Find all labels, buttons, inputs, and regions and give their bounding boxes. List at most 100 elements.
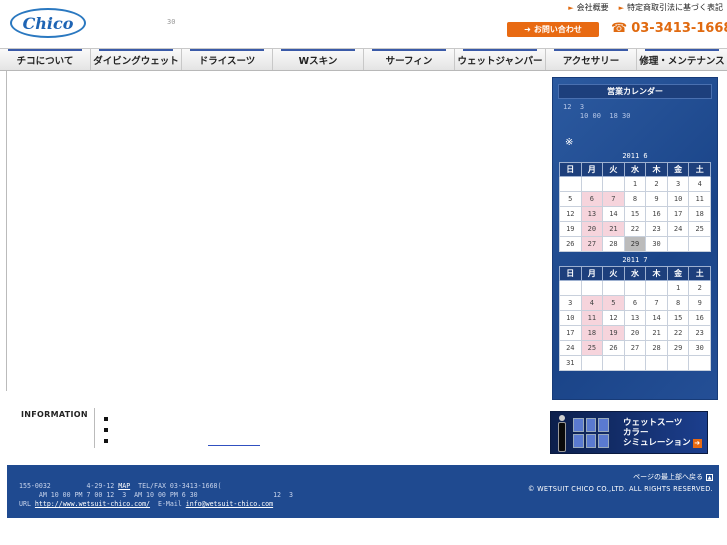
list-item[interactable] xyxy=(104,413,122,424)
arrow-right-icon: ► xyxy=(618,3,624,12)
nav-item-diving-wet[interactable]: ダイビングウェット xyxy=(91,49,182,70)
weekday-header: 火 xyxy=(602,266,625,281)
nav-item-dry-suit[interactable]: ドライスーツ xyxy=(182,49,273,70)
calendar-day: 1 xyxy=(623,176,647,192)
arrow-right-icon: ► xyxy=(568,3,574,12)
calendar-month-title: 2011 7 xyxy=(622,256,648,264)
calendar-day: 27 xyxy=(623,340,647,356)
nav-item-repair[interactable]: 修理・メンテナンス xyxy=(637,49,727,70)
commercial-law-link[interactable]: ► 特定商取引法に基づく表記 xyxy=(619,2,723,13)
calendar-day: 11 xyxy=(688,191,711,207)
footer-address: 155-0032 4-29-12 MAP TEL/FAX 03-3413-166… xyxy=(19,482,293,508)
calendar-day: 28 xyxy=(602,236,625,252)
color-swatch-thumbnails xyxy=(573,418,609,448)
calendar-day: 7 xyxy=(602,191,625,207)
main-nav: チコについて ダイビングウェット ドライスーツ Wスキン サーフィン ウェットジ… xyxy=(0,48,727,71)
calendar-day: 20 xyxy=(580,221,604,237)
calendar-day: 23 xyxy=(645,221,668,237)
banner-text: ウェットスーツ カラー シミュレーション ➜ xyxy=(623,418,702,448)
weekday-header: 土 xyxy=(688,266,711,281)
information-section: INFORMATION xyxy=(8,404,548,454)
calendar-day: 25 xyxy=(688,221,711,237)
arrow-right-icon: ➜ xyxy=(692,439,702,448)
nav-item-surfing[interactable]: サーフィン xyxy=(364,49,455,70)
information-link[interactable] xyxy=(208,445,260,446)
calendar-day: 29 xyxy=(623,236,647,252)
calendar-day: 18 xyxy=(580,325,604,341)
chico-logo[interactable]: Chico xyxy=(10,8,86,38)
calendar-day: 6 xyxy=(623,295,647,311)
calendar-day: 22 xyxy=(623,221,647,237)
calendar-day xyxy=(559,176,582,192)
calendar-day xyxy=(666,355,690,371)
calendar-day: 14 xyxy=(645,310,668,326)
circle-arrow-icon: ➜ xyxy=(524,25,531,34)
calendar-day: 7 xyxy=(645,295,668,311)
calendar-day xyxy=(602,176,625,192)
site-header: Chico 30 ► 会社概要 ► 特定商取引法に基づく表記 ➜ お問い合わせ ☎ 03… xyxy=(0,0,727,44)
company-profile-link[interactable]: ► 会社概要 xyxy=(568,2,608,13)
nav-item-about[interactable]: チコについて xyxy=(0,49,91,70)
business-calendar-panel: 営業カレンダー 12 3 10 00 18 30 ※ 2011 6日月火水木金土… xyxy=(552,77,718,400)
calendar-day xyxy=(602,280,625,296)
calendar-day xyxy=(688,355,711,371)
note-star: ※ xyxy=(565,137,574,148)
information-list xyxy=(104,413,122,446)
calendar-day: 19 xyxy=(602,325,625,341)
calendar-day xyxy=(580,280,604,296)
calendar-month-title: 2011 6 xyxy=(622,152,648,160)
bullet-icon xyxy=(104,427,108,432)
calendar-day xyxy=(559,280,582,296)
list-item[interactable] xyxy=(104,435,122,446)
calendar-day xyxy=(580,355,604,371)
top-links: ► 会社概要 ► 特定商取引法に基づく表記 xyxy=(568,2,723,13)
calendar-day: 5 xyxy=(559,191,582,207)
hours-note: 12 3 10 00 18 30 xyxy=(563,103,631,120)
calendar-day: 13 xyxy=(623,310,647,326)
weekday-header: 木 xyxy=(645,266,668,281)
calendar-day: 8 xyxy=(666,295,690,311)
logo-tagline: 30 xyxy=(167,18,176,26)
calendar-day: 26 xyxy=(559,236,582,252)
list-item[interactable] xyxy=(104,424,122,435)
calendar-day: 21 xyxy=(602,221,625,237)
calendar-day: 15 xyxy=(666,310,690,326)
calendar-day: 24 xyxy=(559,340,582,356)
calendar-day: 17 xyxy=(559,325,582,341)
calendar-day: 5 xyxy=(602,295,625,311)
weekday-header: 月 xyxy=(580,162,604,177)
calendar-table: 日月火水木金土 1 2 3 4 5 6 7 8 9 10 11 12 13 14 15 16 17 18 19 20 21… xyxy=(559,162,711,252)
nav-item-accessory[interactable]: アクセサリー xyxy=(546,49,637,70)
calendar-day: 30 xyxy=(645,236,668,252)
content-divider xyxy=(6,71,7,391)
calendar-day: 3 xyxy=(559,295,582,311)
calendar-day: 15 xyxy=(623,206,647,222)
nav-item-wet-jumper[interactable]: ウェットジャンパー xyxy=(455,49,546,70)
calendar-day xyxy=(623,355,647,371)
logo-text: Chico xyxy=(22,13,74,33)
website-link[interactable]: http://www.wetsuit-chico.com/ xyxy=(35,500,150,508)
back-to-top-link[interactable]: ページの最上部へ戻る ▲ xyxy=(633,472,713,482)
site-footer: 155-0032 4-29-12 MAP TEL/FAX 03-3413-166… xyxy=(7,465,719,518)
email-link[interactable]: info@wetsuit-chico.com xyxy=(186,500,273,508)
calendar-day: 4 xyxy=(580,295,604,311)
calendar-day: 3 xyxy=(666,176,690,192)
calendar-day: 12 xyxy=(602,310,625,326)
arrow-up-icon: ▲ xyxy=(706,473,713,481)
calendar-day xyxy=(645,355,668,371)
calendar-day: 21 xyxy=(645,325,668,341)
calendar-day: 13 xyxy=(580,206,604,222)
calendar-day: 19 xyxy=(559,221,582,237)
map-link[interactable]: MAP xyxy=(118,482,130,490)
calendar-day: 14 xyxy=(602,206,625,222)
calendar-day xyxy=(645,280,668,296)
calendar-day: 30 xyxy=(688,340,711,356)
contact-button[interactable]: ➜ お問い合わせ xyxy=(507,22,599,37)
calendar-day: 8 xyxy=(623,191,647,207)
color-simulation-banner[interactable]: ウェットスーツ カラー シミュレーション ➜ xyxy=(550,411,708,454)
calendar-day: 16 xyxy=(645,206,668,222)
calendar-day: 26 xyxy=(602,340,625,356)
calendar-day: 17 xyxy=(666,206,690,222)
calendar-day: 11 xyxy=(580,310,604,326)
nav-item-w-skin[interactable]: Wスキン xyxy=(273,49,364,70)
